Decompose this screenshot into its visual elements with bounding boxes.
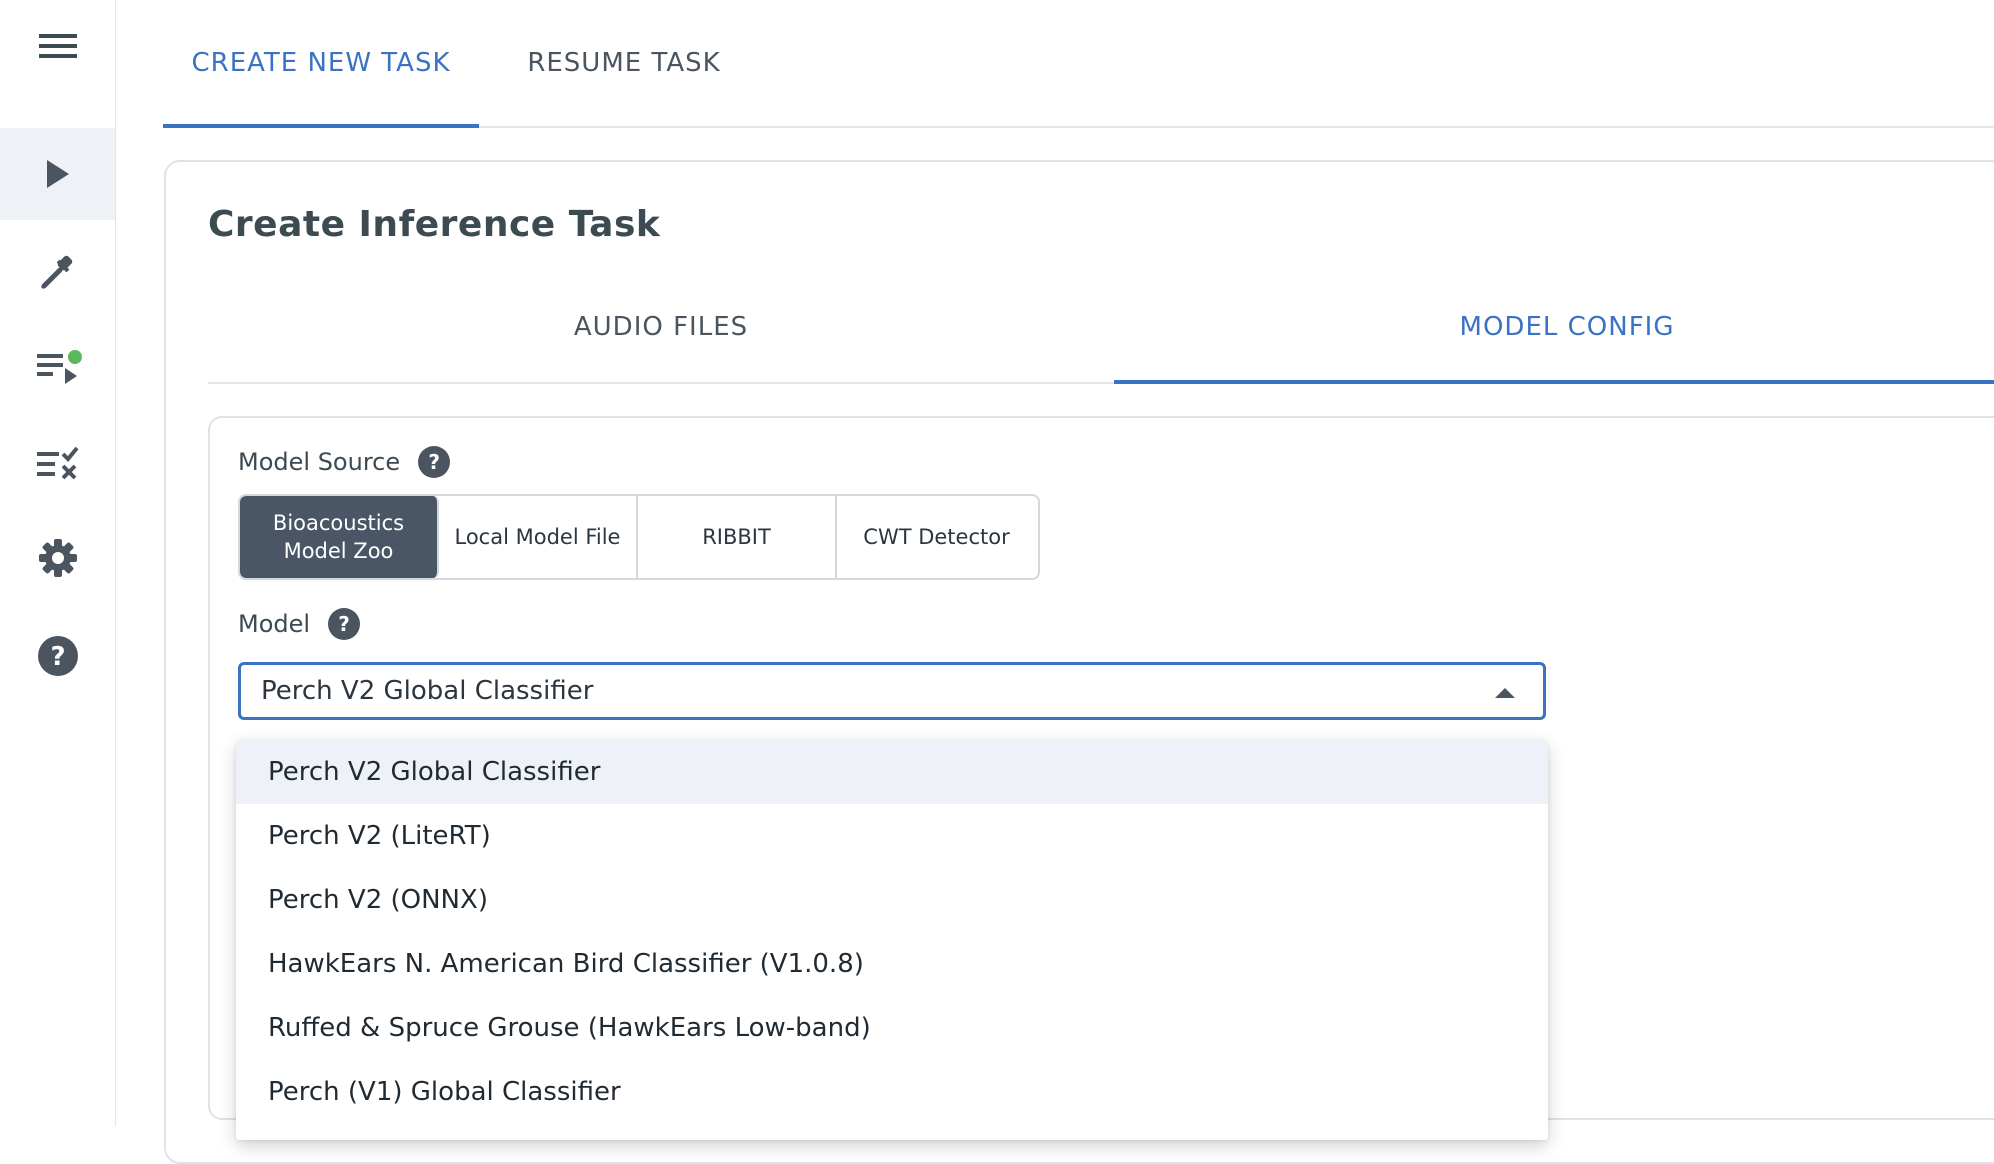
inner-tabs: AUDIO FILES MODEL CONFIG bbox=[208, 272, 1994, 384]
model-source-bioacoustics-zoo[interactable]: Bioacoustics Model Zoo bbox=[240, 496, 439, 578]
sidebar-item-review[interactable] bbox=[0, 418, 115, 510]
sidebar-item-inference[interactable] bbox=[0, 128, 115, 220]
checklist-icon bbox=[36, 446, 79, 480]
tab-label: AUDIO FILES bbox=[573, 312, 749, 342]
top-tabs: CREATE NEW TASK RESUME TASK bbox=[163, 0, 1994, 128]
model-source-selector: Bioacoustics Model Zoo Local Model File … bbox=[238, 494, 1040, 580]
sidebar-item-task-queue[interactable] bbox=[0, 322, 115, 414]
sidebar: ? bbox=[0, 0, 116, 1126]
menu-icon bbox=[38, 34, 77, 58]
tab-resume-task[interactable]: RESUME TASK bbox=[479, 0, 769, 126]
tab-label: RESUME TASK bbox=[527, 48, 721, 78]
sidebar-item-annotate[interactable] bbox=[0, 226, 115, 318]
help-icon: ? bbox=[37, 636, 78, 676]
model-source-local-file[interactable]: Local Model File bbox=[439, 496, 638, 578]
model-source-ribbit[interactable]: RIBBIT bbox=[638, 496, 837, 578]
dropdown-option[interactable]: Perch V2 (LiteRT) bbox=[236, 804, 1548, 868]
svg-text:?: ? bbox=[50, 642, 65, 672]
dropdown-option[interactable]: Ruffed & Spruce Grouse (HawkEars Low-ban… bbox=[236, 996, 1548, 1060]
tab-label: MODEL CONFIG bbox=[1459, 312, 1675, 342]
dropdown-option[interactable]: Perch V2 Global Classifier bbox=[236, 740, 1548, 804]
play-icon bbox=[46, 160, 69, 188]
tab-audio-files[interactable]: AUDIO FILES bbox=[208, 272, 1114, 382]
tab-model-config[interactable]: MODEL CONFIG bbox=[1114, 272, 1994, 384]
chevron-up-icon bbox=[1495, 688, 1515, 698]
dropdown-option[interactable]: Perch (V1) Global Classifier bbox=[236, 1060, 1548, 1124]
model-select-value: Perch V2 Global Classifier bbox=[261, 676, 594, 706]
tab-create-new-task[interactable]: CREATE NEW TASK bbox=[163, 0, 479, 128]
model-source-label: Model Source ? bbox=[238, 446, 451, 478]
dropdown-option[interactable]: HawkEars N. American Bird Classifier (V1… bbox=[236, 932, 1548, 996]
menu-button[interactable] bbox=[0, 0, 115, 92]
sidebar-item-settings[interactable] bbox=[0, 512, 115, 604]
tab-label: CREATE NEW TASK bbox=[191, 48, 451, 78]
dropdown-option[interactable]: Perch V2 (ONNX) bbox=[236, 868, 1548, 932]
model-help-icon[interactable]: ? bbox=[328, 608, 361, 640]
gear-icon bbox=[38, 539, 77, 577]
sidebar-item-help[interactable]: ? bbox=[0, 610, 115, 702]
model-label-text: Model bbox=[238, 610, 311, 638]
model-select[interactable]: Perch V2 Global Classifier bbox=[238, 662, 1546, 720]
model-source-cwt-detector[interactable]: CWT Detector bbox=[837, 496, 1036, 578]
eyedropper-icon bbox=[40, 255, 72, 290]
model-source-help-icon[interactable]: ? bbox=[418, 446, 451, 478]
model-dropdown-menu: Perch V2 Global Classifier Perch V2 (Lit… bbox=[236, 740, 1548, 1140]
model-source-label-text: Model Source bbox=[238, 448, 401, 476]
page-title: Create Inference Task bbox=[208, 204, 661, 245]
notification-dot bbox=[68, 350, 82, 364]
model-label: Model ? bbox=[238, 608, 361, 640]
